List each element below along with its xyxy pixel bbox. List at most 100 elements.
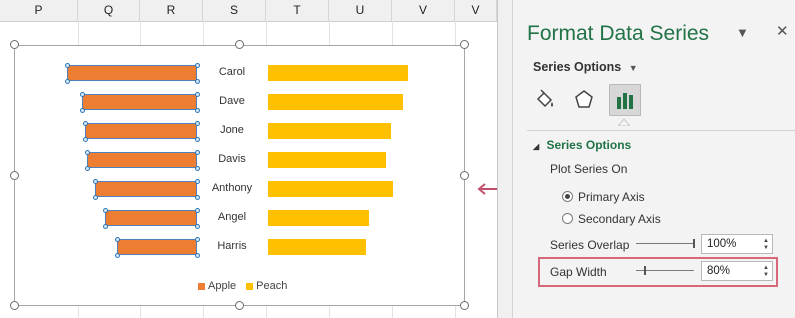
column-header-r[interactable]: R <box>140 0 203 21</box>
peach-bar[interactable] <box>268 94 403 110</box>
peach-bar[interactable] <box>268 65 408 81</box>
series-options-dropdown[interactable]: Series Options ▼ <box>533 60 638 74</box>
category-label: Dave <box>219 95 245 107</box>
selection-handle[interactable] <box>64 78 70 84</box>
category-label: Davis <box>218 153 246 165</box>
peach-bar[interactable] <box>268 152 386 168</box>
spin-up-icon[interactable]: ▲ <box>763 238 769 244</box>
resize-handle-top[interactable] <box>235 40 244 49</box>
primary-axis-label[interactable]: Primary Axis <box>578 190 645 204</box>
gap-width-highlight <box>538 257 778 287</box>
resize-handle-bottom[interactable] <box>235 301 244 310</box>
series-overlap-slider[interactable] <box>636 243 694 244</box>
selection-handle[interactable] <box>79 107 85 113</box>
selection-handle[interactable] <box>92 194 98 200</box>
chevron-down-icon: ▼ <box>628 63 638 73</box>
selection-handle[interactable] <box>82 136 88 142</box>
selection-handle[interactable] <box>114 252 120 258</box>
apple-bar[interactable] <box>117 239 197 255</box>
selection-handle[interactable] <box>92 178 98 184</box>
resize-handle-top-right[interactable] <box>460 40 469 49</box>
apple-bar[interactable] <box>82 94 197 110</box>
apple-bar[interactable] <box>105 210 197 226</box>
column-header-q[interactable]: Q <box>78 0 140 21</box>
selection-handle[interactable] <box>194 136 200 142</box>
collapse-triangle-icon: ◢ <box>533 142 540 151</box>
chart-area[interactable] <box>14 45 465 306</box>
selection-handle[interactable] <box>194 62 200 68</box>
series-overlap-spinner[interactable]: 100% ▲ ▼ <box>701 234 773 254</box>
pane-title: Format Data Series <box>527 22 710 45</box>
category-label: Carol <box>218 66 246 78</box>
selection-handle[interactable] <box>194 236 200 242</box>
selection-handle[interactable] <box>194 194 200 200</box>
selection-handle[interactable] <box>84 149 90 155</box>
series-options-tab[interactable] <box>609 84 641 116</box>
selection-handle[interactable] <box>194 120 200 126</box>
resize-handle-bottom-left[interactable] <box>10 301 19 310</box>
apple-bar[interactable] <box>67 65 197 81</box>
column-header-u[interactable]: U <box>329 0 392 21</box>
column-header-partial <box>498 0 511 21</box>
legend-item-apple[interactable]: Apple <box>198 280 236 292</box>
selection-handle[interactable] <box>194 223 200 229</box>
plot-series-on-label: Plot Series On <box>550 162 628 176</box>
apple-bar[interactable] <box>85 123 197 139</box>
resize-handle-top-left[interactable] <box>10 40 19 49</box>
apple-bar[interactable] <box>95 181 197 197</box>
selection-handle[interactable] <box>194 207 200 213</box>
column-header-p[interactable]: P <box>0 0 78 21</box>
column-header-bar: P Q R S T U V V <box>0 0 497 22</box>
legend-item-peach[interactable]: Peach <box>246 280 287 292</box>
series-options-section-header[interactable]: ◢ Series Options <box>533 138 631 152</box>
series-options-section-title: Series Options <box>546 138 632 152</box>
chevron-down-icon[interactable]: ▼ <box>736 25 749 40</box>
selection-handle[interactable] <box>194 78 200 84</box>
pane-splitter[interactable] <box>497 0 512 318</box>
legend-label-apple: Apple <box>208 280 237 292</box>
peach-bar[interactable] <box>268 239 366 255</box>
series-overlap-value: 100% <box>707 238 737 250</box>
apple-bar[interactable] <box>87 152 197 168</box>
column-header-v[interactable]: V <box>392 0 455 21</box>
selection-handle[interactable] <box>194 149 200 155</box>
secondary-axis-radio[interactable] <box>562 213 573 224</box>
fill-line-tab[interactable] <box>529 84 559 114</box>
peach-bar[interactable] <box>268 181 393 197</box>
category-label: Harris <box>217 240 247 252</box>
divider <box>527 130 795 131</box>
selection-handle[interactable] <box>102 207 108 213</box>
selection-handle[interactable] <box>114 236 120 242</box>
selection-handle[interactable] <box>194 178 200 184</box>
column-header-w[interactable]: V <box>455 0 497 21</box>
column-header-s[interactable]: S <box>203 0 266 21</box>
column-header-t[interactable]: T <box>266 0 329 21</box>
selection-handle[interactable] <box>82 120 88 126</box>
effects-tab[interactable] <box>569 84 599 114</box>
selection-handle[interactable] <box>102 223 108 229</box>
chart-legend[interactable]: Apple Peach <box>198 280 287 292</box>
selection-handle[interactable] <box>84 165 90 171</box>
series-overlap-slider-thumb[interactable] <box>693 239 695 248</box>
close-icon[interactable]: ✕ <box>776 22 789 40</box>
selection-handle[interactable] <box>194 91 200 97</box>
spin-down-icon[interactable]: ▼ <box>763 245 769 251</box>
selection-handle[interactable] <box>194 165 200 171</box>
primary-axis-radio[interactable] <box>562 191 573 202</box>
selection-handle[interactable] <box>79 91 85 97</box>
selection-handle[interactable] <box>194 252 200 258</box>
resize-handle-bottom-right[interactable] <box>460 301 469 310</box>
paint-bucket-icon <box>536 89 553 108</box>
secondary-axis-label[interactable]: Secondary Axis <box>578 212 661 226</box>
selection-handle[interactable] <box>194 107 200 113</box>
peach-bar[interactable] <box>268 123 391 139</box>
series-options-dropdown-label: Series Options <box>533 60 622 74</box>
series-overlap-label: Series Overlap <box>550 238 630 252</box>
peach-bar[interactable] <box>268 210 369 226</box>
bar-chart-icon <box>617 93 633 109</box>
selection-handle[interactable] <box>64 62 70 68</box>
resize-handle-right[interactable] <box>460 171 469 180</box>
resize-handle-left[interactable] <box>10 171 19 180</box>
category-label: Angel <box>217 211 247 223</box>
legend-swatch-peach <box>246 282 254 290</box>
